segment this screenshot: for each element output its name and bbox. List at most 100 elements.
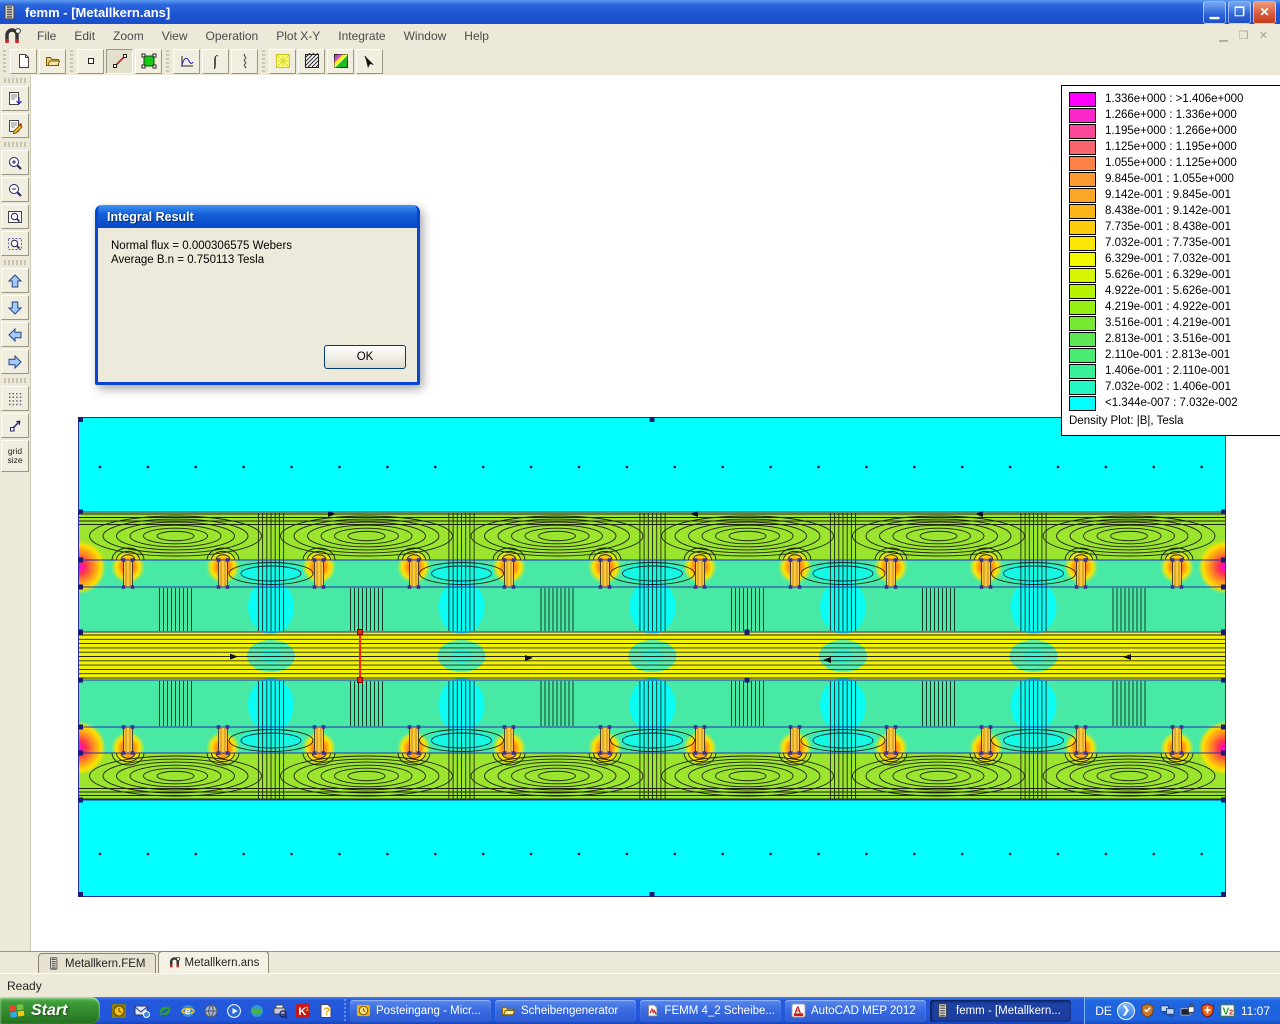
contour-mode-button[interactable] [106, 49, 133, 74]
tray-shield-cross[interactable] [1200, 1003, 1216, 1019]
tab-metallkern-ans[interactable]: Metallkern.ans [158, 951, 270, 973]
restore-button[interactable]: ❐ [1228, 1, 1251, 24]
dialog-title-bar[interactable]: Integral Result [98, 205, 417, 228]
quicklaunch-globe-green[interactable] [248, 1002, 265, 1019]
taskbar-button-2[interactable]: Scheibengenerator [495, 1000, 636, 1022]
taskbar-button-5[interactable]: femm - [Metallkern... [930, 1000, 1071, 1022]
mdi-restore-icon[interactable]: ❐ [1235, 29, 1252, 42]
close-button[interactable]: ✕ [1253, 1, 1276, 24]
quicklaunch-media-player[interactable] [225, 1002, 242, 1019]
integral-button[interactable]: ∫ [202, 49, 229, 74]
taskbar-button-3[interactable]: AFEMM 4_2 Scheibe... [640, 1000, 781, 1022]
start-button[interactable]: Start [0, 997, 100, 1024]
menu-file[interactable]: File [28, 26, 65, 46]
open-folder-button[interactable] [39, 49, 66, 74]
mdi-minimize-icon[interactable]: ▁ [1215, 29, 1232, 42]
hatch-density-button[interactable] [298, 49, 325, 74]
sidebar-grip [4, 142, 26, 147]
tray-network-monitors[interactable] [1160, 1003, 1176, 1019]
zoom-out-button[interactable] [1, 177, 29, 202]
menu-plot-x-y[interactable]: Plot X-Y [267, 26, 329, 46]
quicklaunch-clock-gold[interactable] [110, 1002, 127, 1019]
legend-row: 7.032e-002 : 1.406e-001 [1069, 379, 1280, 395]
dialog-body: Normal flux = 0.000306575 Webers Average… [98, 228, 417, 382]
grid-dots-button[interactable] [1, 386, 29, 411]
quicklaunch-k1-red[interactable]: K1 [294, 1002, 311, 1019]
legend-range-label: 7.032e-002 : 1.406e-001 [1105, 381, 1231, 393]
zoom-extents-button[interactable] [1, 231, 29, 256]
legend-row: 9.142e-001 : 9.845e-001 [1069, 187, 1280, 203]
windows-flag-icon [8, 1002, 26, 1020]
legend-range-label: 7.032e-001 : 7.735e-001 [1105, 237, 1231, 249]
side-toolbar: grid size [0, 75, 31, 951]
legend-row: <1.344e-007 : 7.032e-002 [1069, 395, 1280, 411]
quicklaunch-doc-question[interactable]: ? [317, 1002, 334, 1019]
flux-lines-button[interactable] [231, 49, 258, 74]
menu-window[interactable]: Window [395, 26, 456, 46]
tray-clock[interactable]: 11:07 [1241, 1004, 1270, 1018]
zoom-in-button[interactable] [1, 150, 29, 175]
pan-up-button[interactable] [1, 268, 29, 293]
toolbar-grip [166, 50, 169, 72]
toolbar-grip [70, 50, 73, 72]
menu-edit[interactable]: Edit [65, 26, 104, 46]
snap-grid-button[interactable] [1, 413, 29, 438]
area-mode-button[interactable] [135, 49, 162, 74]
quicklaunch-mail-blue[interactable] [133, 1002, 150, 1019]
svg-text:1: 1 [305, 1006, 309, 1013]
tray-keyboard-lock[interactable] [1180, 1003, 1196, 1019]
plot-xy-button[interactable] [173, 49, 200, 74]
menu-help[interactable]: Help [455, 26, 498, 46]
minimize-button[interactable]: ▁ [1203, 1, 1226, 24]
language-indicator[interactable]: DE [1095, 1004, 1112, 1018]
grid-size-button[interactable]: grid size [1, 440, 29, 472]
taskbar-button-4[interactable]: AAutoCAD MEP 2012 [785, 1000, 926, 1022]
title-bar[interactable]: femm - [Metallkern.ans] ▁ ❐ ✕ [0, 0, 1280, 24]
taskbar-button-1[interactable]: Posteingang - Micr... [350, 1000, 491, 1022]
point-mode-button[interactable] [77, 49, 104, 74]
k1-red-icon: K1 [295, 1003, 311, 1019]
density-plot[interactable] [78, 417, 1226, 897]
integral-icon: ∫ [208, 53, 224, 69]
legend-swatch [1069, 332, 1096, 347]
tray-shield-brown[interactable] [1140, 1003, 1156, 1019]
menu-bar: FileEditZoomViewOperationPlot X-YIntegra… [0, 24, 1280, 48]
pointer-arrow-button[interactable] [356, 49, 383, 74]
taskbar-button-label: AutoCAD MEP 2012 [811, 1005, 916, 1017]
menu-view[interactable]: View [153, 26, 197, 46]
doc-edit-button[interactable] [1, 113, 29, 138]
legend-range-label: 1.125e+000 : 1.195e+000 [1105, 141, 1237, 153]
window-title: femm - [Metallkern.ans] [25, 5, 170, 20]
quicklaunch-globe-gray[interactable] [202, 1002, 219, 1019]
mdi-close-icon[interactable]: ✕ [1255, 29, 1272, 42]
integral-result-dialog: Integral Result Normal flux = 0.00030657… [95, 205, 420, 385]
mesh-view-button[interactable] [269, 49, 296, 74]
doc-results-button[interactable] [1, 86, 29, 111]
legend-row: 1.406e-001 : 2.110e-001 [1069, 363, 1280, 379]
ok-button[interactable]: OK [324, 345, 406, 369]
legend-swatch [1069, 108, 1096, 123]
zoom-window-button[interactable] [1, 204, 29, 229]
legend-range-label: 3.516e-001 : 4.219e-001 [1105, 317, 1231, 329]
legend-swatch [1069, 220, 1096, 235]
menu-zoom[interactable]: Zoom [104, 26, 153, 46]
legend-row: 3.516e-001 : 4.219e-001 [1069, 315, 1280, 331]
tab-metallkern-fem[interactable]: Metallkern.FEM [38, 953, 156, 973]
quicklaunch-printer-search[interactable] [271, 1002, 288, 1019]
new-doc-button[interactable] [10, 49, 37, 74]
tray-chevron-icon[interactable]: ❯ [1117, 1002, 1135, 1020]
quicklaunch-internet-explorer[interactable]: e [179, 1002, 196, 1019]
pan-down-button[interactable] [1, 295, 29, 320]
tray-antivirus-v2[interactable]: V2 [1220, 1003, 1236, 1019]
doc-edit-icon [7, 118, 23, 134]
color-density-icon [333, 53, 349, 69]
color-density-button[interactable] [327, 49, 354, 74]
pan-right-button[interactable] [1, 349, 29, 374]
menu-operation[interactable]: Operation [197, 26, 268, 46]
legend-row: 1.055e+000 : 1.125e+000 [1069, 155, 1280, 171]
pan-left-button[interactable] [1, 322, 29, 347]
pointer-arrow-icon [362, 53, 378, 69]
quicklaunch-sync-green[interactable] [156, 1002, 173, 1019]
menu-integrate[interactable]: Integrate [329, 26, 394, 46]
taskbar: Start e K1? Posteingang - Micr...Scheiben… [0, 997, 1280, 1024]
